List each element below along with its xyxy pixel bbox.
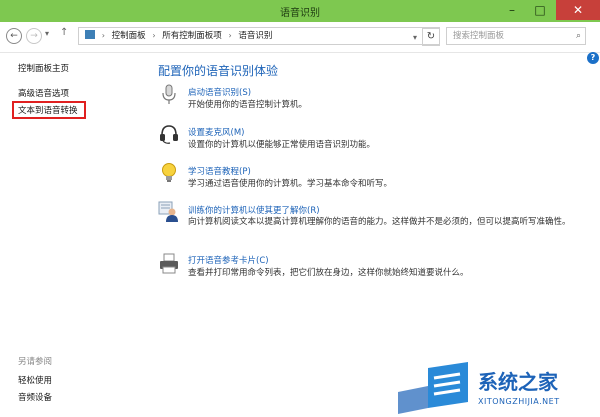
item-description: 学习通过语音使用你的计算机。学习基本命令和听写。: [188, 179, 393, 189]
help-icon[interactable]: ?: [587, 52, 599, 64]
sidebar-item-advanced-speech[interactable]: 高级语音选项: [18, 87, 69, 99]
user-training-icon: [158, 201, 178, 222]
back-arrow-icon[interactable]: ←: [6, 28, 22, 44]
watermark-url: XITONGZHIJIA.NET: [478, 397, 560, 406]
item-description: 向计算机阅读文本以提高计算机理解你的语音的能力。这样做并不是必须的，但可以提高听…: [188, 217, 571, 227]
lightbulb-icon: [162, 163, 176, 182]
speech-tutorial-link[interactable]: 学习语音教程(P): [188, 165, 251, 177]
headset-icon: [160, 125, 178, 144]
recent-pages-icon[interactable]: ▾: [45, 29, 49, 38]
item-description: 查看并打印常用命令列表，把它们放在身边，这样你就始终知道要说什么。: [188, 268, 469, 278]
sidebar-item-home[interactable]: 控制面板主页: [18, 62, 69, 74]
search-icon[interactable]: ⌕: [576, 28, 581, 44]
address-toolbar: ← → ▾ ↑ › 控制面板 › 所有控制面板项 › 语音识别 ▾ ↻ 搜索控制…: [0, 22, 600, 53]
item-description: 开始使用你的语音控制计算机。: [188, 100, 308, 110]
speech-reference-card-link[interactable]: 打开语音参考卡片(C): [188, 254, 269, 266]
breadcrumb-chevron-icon: ›: [101, 31, 105, 40]
start-speech-recognition-link[interactable]: 启动语音识别(S): [188, 86, 251, 98]
watermark-text: 系统之家: [478, 370, 558, 394]
address-bar[interactable]: › 控制面板 › 所有控制面板项 › 语音识别 ▾: [78, 27, 440, 45]
control-panel-icon: [85, 30, 95, 39]
search-input[interactable]: 搜索控制面板 ⌕: [446, 27, 586, 45]
page-heading: 配置你的语音识别体验: [158, 64, 279, 78]
setup-microphone-link[interactable]: 设置麦克风(M): [188, 126, 244, 138]
breadcrumb-item[interactable]: 所有控制面板项: [162, 28, 222, 44]
item-description: 设置你的计算机以便能够正常使用语音识别功能。: [188, 140, 376, 150]
forward-arrow-icon[interactable]: →: [26, 28, 42, 44]
breadcrumb-chevron-icon: ›: [228, 31, 232, 40]
address-dropdown-icon[interactable]: ▾: [413, 30, 417, 46]
search-placeholder: 搜索控制面板: [453, 31, 505, 41]
up-arrow-icon[interactable]: ↑: [60, 27, 68, 38]
sidebar-item-text-to-speech[interactable]: 文本到语音转换: [18, 104, 78, 116]
see-also-ease-of-access[interactable]: 轻松使用: [18, 374, 52, 386]
breadcrumb-item[interactable]: 语音识别: [238, 28, 272, 44]
close-icon[interactable]: ✕: [556, 0, 600, 20]
train-computer-link[interactable]: 训练你的计算机以使其更了解你(R): [188, 204, 320, 216]
see-also-audio-devices[interactable]: 音频设备: [18, 391, 52, 403]
minimize-icon[interactable]: –: [498, 0, 526, 20]
see-also-title: 另请参阅: [18, 357, 53, 367]
breadcrumb-chevron-icon: ›: [152, 31, 156, 40]
refresh-icon[interactable]: ↻: [422, 28, 440, 46]
breadcrumb-item[interactable]: 控制面板: [112, 28, 146, 44]
title-bar: 语音识别 – □ ✕: [0, 0, 600, 22]
maximize-icon[interactable]: □: [526, 0, 554, 20]
microphone-icon: [162, 84, 176, 104]
printer-icon: [160, 253, 178, 274]
